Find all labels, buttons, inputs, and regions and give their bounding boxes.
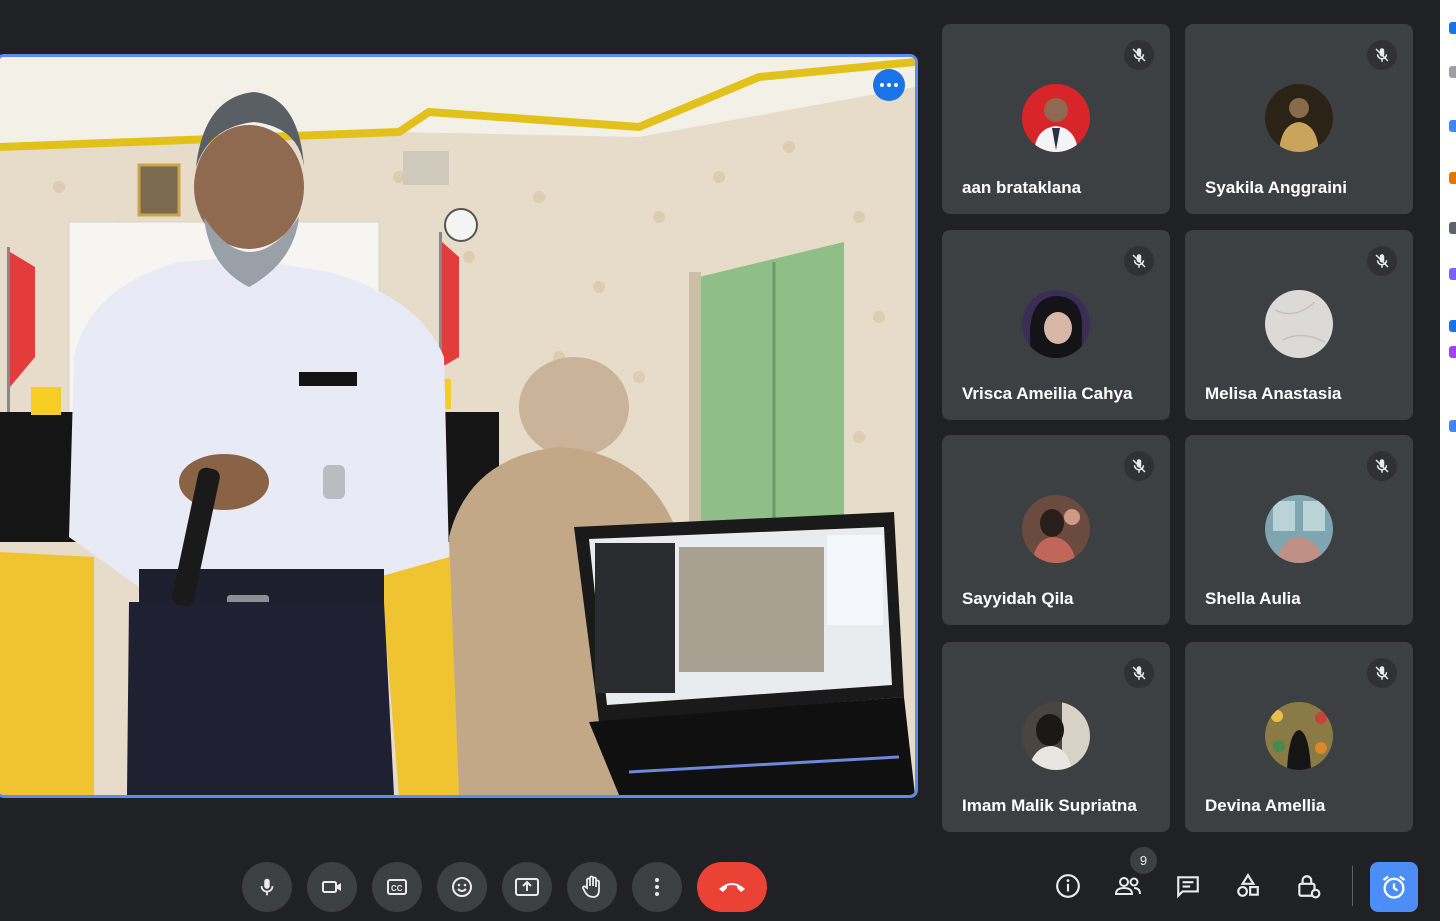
- avatar: [1022, 290, 1090, 358]
- main-video-tile[interactable]: [0, 54, 918, 798]
- mic-off-icon: [1124, 451, 1154, 481]
- avatar: [1265, 495, 1333, 563]
- mic-off-icon: [1124, 246, 1154, 276]
- mic-off-icon: [1124, 658, 1154, 688]
- meeting-info-button[interactable]: [1048, 866, 1088, 906]
- microphone-button[interactable]: [242, 862, 292, 912]
- participant-name: Imam Malik Supriatna: [962, 796, 1137, 815]
- participant-tile[interactable]: Devina Amellia: [1185, 642, 1413, 832]
- app-icon[interactable]: [1449, 222, 1456, 234]
- participant-tile[interactable]: Vrisca Ameilia Cahya: [942, 230, 1170, 420]
- avatar: [1265, 84, 1333, 152]
- app-icon[interactable]: [1449, 66, 1456, 78]
- more-options-icon[interactable]: [873, 69, 905, 101]
- host-controls-button[interactable]: [1288, 866, 1328, 906]
- presenter-video-feed: [0, 57, 915, 795]
- emoji-icon: [452, 877, 472, 897]
- microphone-icon: [260, 878, 274, 896]
- app-icon[interactable]: [1449, 268, 1456, 280]
- more-options-button[interactable]: [632, 862, 682, 912]
- avatar: [1022, 702, 1090, 770]
- avatar: [1022, 495, 1090, 563]
- participant-tile[interactable]: Imam Malik Supriatna: [942, 642, 1170, 832]
- chat-button[interactable]: [1168, 866, 1208, 906]
- toolbar-divider: [1352, 866, 1353, 906]
- info-icon: [1056, 874, 1080, 898]
- avatar: [1022, 84, 1090, 152]
- end-call-icon: [719, 883, 745, 892]
- app-icon[interactable]: [1449, 346, 1456, 358]
- mic-off-icon: [1367, 658, 1397, 688]
- activities-icon: [1237, 873, 1259, 897]
- participant-name: Melisa Anastasia: [1205, 384, 1342, 403]
- app-icon[interactable]: [1449, 22, 1456, 34]
- avatar: [1265, 290, 1333, 358]
- raise-hand-icon: [582, 875, 600, 898]
- app-icon[interactable]: [1449, 420, 1456, 432]
- avatar: [1265, 702, 1333, 770]
- participant-name: Vrisca Ameilia Cahya: [962, 384, 1133, 403]
- participant-name: Devina Amellia: [1205, 796, 1326, 815]
- end-call-button[interactable]: [697, 862, 767, 912]
- more-vertical-icon: [655, 878, 659, 896]
- chat-icon: [1177, 876, 1199, 899]
- app-icon[interactable]: [1449, 172, 1456, 184]
- present-screen-button[interactable]: [502, 862, 552, 912]
- timer-icon: [1382, 875, 1406, 899]
- participant-name: Shella Aulia: [1205, 589, 1301, 608]
- browser-side-panel: [1440, 0, 1456, 921]
- camera-button[interactable]: [307, 862, 357, 912]
- app-icon[interactable]: [1449, 320, 1456, 332]
- emoji-button[interactable]: [437, 862, 487, 912]
- mic-off-icon: [1124, 40, 1154, 70]
- svg-text:CC: CC: [391, 884, 403, 893]
- present-screen-icon: [515, 878, 539, 896]
- participant-tile[interactable]: Syakila Anggraini: [1185, 24, 1413, 214]
- camera-icon: [322, 881, 341, 893]
- captions-button[interactable]: CC: [372, 862, 422, 912]
- mic-off-icon: [1367, 451, 1397, 481]
- people-count-badge: 9: [1128, 845, 1159, 876]
- host-controls-icon: [1298, 875, 1321, 899]
- mic-off-icon: [1367, 40, 1397, 70]
- captions-icon: CC: [387, 879, 407, 895]
- participant-name: aan brataklana: [962, 178, 1082, 197]
- app-icon[interactable]: [1449, 120, 1456, 132]
- participant-tile[interactable]: Melisa Anastasia: [1185, 230, 1413, 420]
- participant-tile[interactable]: Shella Aulia: [1185, 435, 1413, 625]
- mic-off-icon: [1367, 246, 1397, 276]
- participant-tile[interactable]: aan brataklana: [942, 24, 1170, 214]
- activities-button[interactable]: [1228, 866, 1268, 906]
- raise-hand-button[interactable]: [567, 862, 617, 912]
- participant-name: Syakila Anggraini: [1205, 178, 1348, 197]
- people-icon: [1114, 877, 1141, 895]
- participant-name: Sayyidah Qila: [962, 589, 1074, 608]
- participant-tile[interactable]: Sayyidah Qila: [942, 435, 1170, 625]
- timer-button[interactable]: [1370, 862, 1418, 912]
